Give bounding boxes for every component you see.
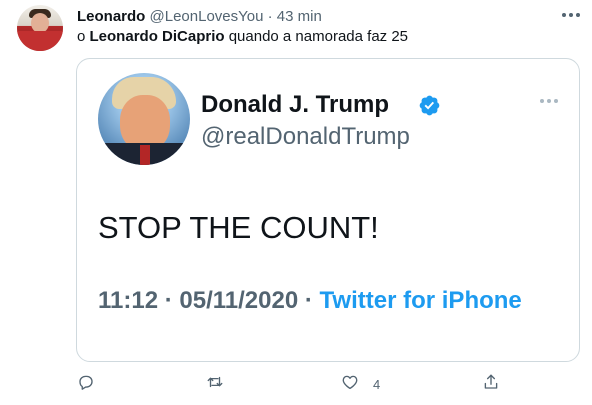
reply-button[interactable] bbox=[77, 372, 109, 396]
avatar-face bbox=[31, 13, 49, 33]
tweet-text-mention: Leonardo DiCaprio bbox=[89, 28, 225, 45]
tweet-text-prefix: o bbox=[77, 28, 86, 45]
reply-icon bbox=[77, 373, 95, 396]
quoted-name: Donald J. Trump bbox=[201, 91, 390, 118]
quoted-meta-separator-2: · bbox=[304, 287, 313, 314]
heart-icon bbox=[341, 373, 359, 396]
tweet-text: o Leonardo DiCaprio quando a namorada fa… bbox=[77, 27, 408, 47]
quoted-source: Twitter for iPhone bbox=[319, 287, 522, 314]
tweet-text-suffix: quando a namorada faz 25 bbox=[228, 28, 409, 45]
quoted-handle: @realDonaldTrump bbox=[201, 123, 410, 150]
quoted-avatar bbox=[98, 73, 190, 165]
verified-badge-icon bbox=[418, 94, 441, 117]
tweet-timestamp[interactable]: 43 min bbox=[277, 8, 322, 25]
quoted-time: 11:12 bbox=[98, 287, 159, 314]
more-icon[interactable] bbox=[560, 6, 582, 24]
author-handle[interactable]: @LeonLovesYou bbox=[150, 8, 264, 25]
share-button[interactable] bbox=[482, 372, 514, 396]
quoted-body: STOP THE COUNT! bbox=[98, 210, 379, 245]
like-count: 4 bbox=[373, 376, 381, 392]
quoted-meta-separator: · bbox=[164, 287, 173, 314]
quoted-meta: 11:12 · 05/11/2020 · Twitter for iPhone bbox=[98, 284, 558, 317]
like-button[interactable]: 4 bbox=[341, 372, 380, 396]
media-card[interactable]: Donald J. Trump @realDonaldTrump STOP TH… bbox=[76, 58, 580, 362]
quoted-more-icon bbox=[538, 93, 560, 109]
retweet-icon bbox=[206, 373, 224, 396]
header-separator: · bbox=[267, 8, 273, 25]
tweet-header: Leonardo @LeonLovesYou · 43 min bbox=[77, 7, 322, 27]
author-avatar[interactable] bbox=[17, 5, 63, 51]
avatar-shirt bbox=[17, 31, 63, 51]
quoted-date: 05/11/2020 bbox=[179, 287, 299, 314]
action-bar: 4 bbox=[0, 372, 592, 396]
share-icon bbox=[482, 373, 500, 396]
retweet-button[interactable] bbox=[206, 372, 238, 396]
quoted-avatar-tie bbox=[140, 145, 150, 165]
author-name[interactable]: Leonardo bbox=[77, 8, 145, 25]
